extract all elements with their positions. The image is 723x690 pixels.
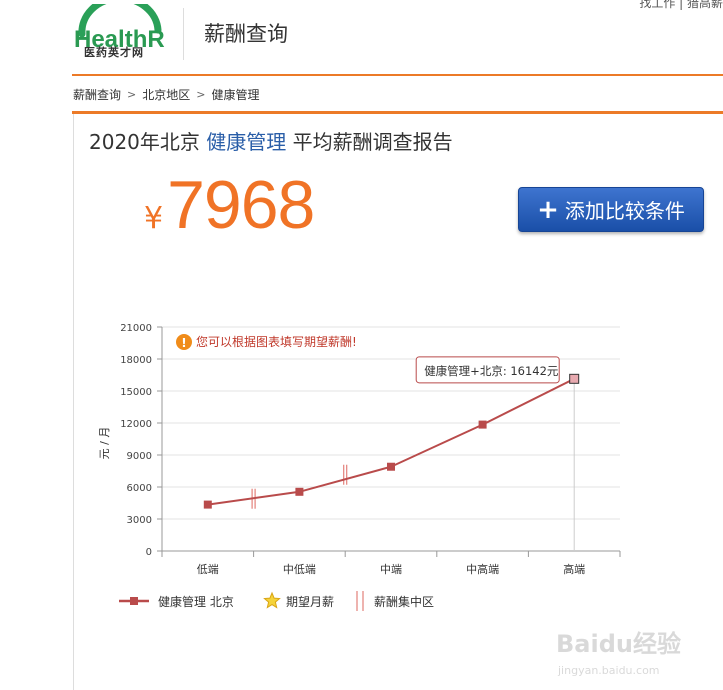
watermark-text: Baidu经验 [556,630,681,658]
y-axis-label: 元 / 月 [98,427,111,460]
y-tick-label: 3000 [127,515,152,526]
y-tick-label: 0 [146,547,152,558]
data-point [478,420,487,429]
tooltip-text: 健康管理+北京: 16142元 [424,364,559,378]
data-point [387,462,395,471]
baidu-watermark: Baidu经验 jingyan.baidu.com [556,630,681,677]
legend-square-icon [130,597,138,605]
legend-label: 薪酬集中区 [374,594,434,609]
x-tick-label: 中高端 [466,562,499,576]
legend-label: 健康管理 北京 [158,594,234,609]
watermark-url: jingyan.baidu.com [557,664,660,677]
y-tick-label: 21000 [120,323,152,334]
y-tick-label: 15000 [120,387,152,398]
series-line [207,377,575,506]
x-tick-label: 中低端 [283,563,316,576]
y-tick-label: 6000 [127,483,152,494]
legend-label: 期望月薪 [286,595,334,609]
data-point-highlighted [569,373,580,384]
salary-line-chart: 0 3000 6000 9000 12000 15000 18000 21000 低端 中低端 中端… [98,323,621,611]
y-tick-label: 9000 [127,451,152,462]
x-tick-label: 高端 [563,562,585,576]
x-tick-label: 低端 [197,563,219,576]
y-tick-label: 12000 [120,419,152,430]
data-point [203,500,212,509]
star-icon [263,591,281,609]
chart-notice: 您可以根据图表填写期望薪酬! [196,334,357,349]
data-point [295,487,304,496]
x-tick-label: 中端 [380,563,402,576]
y-tick-label: 18000 [120,355,152,366]
warning-icon-glyph: ! [181,336,186,350]
